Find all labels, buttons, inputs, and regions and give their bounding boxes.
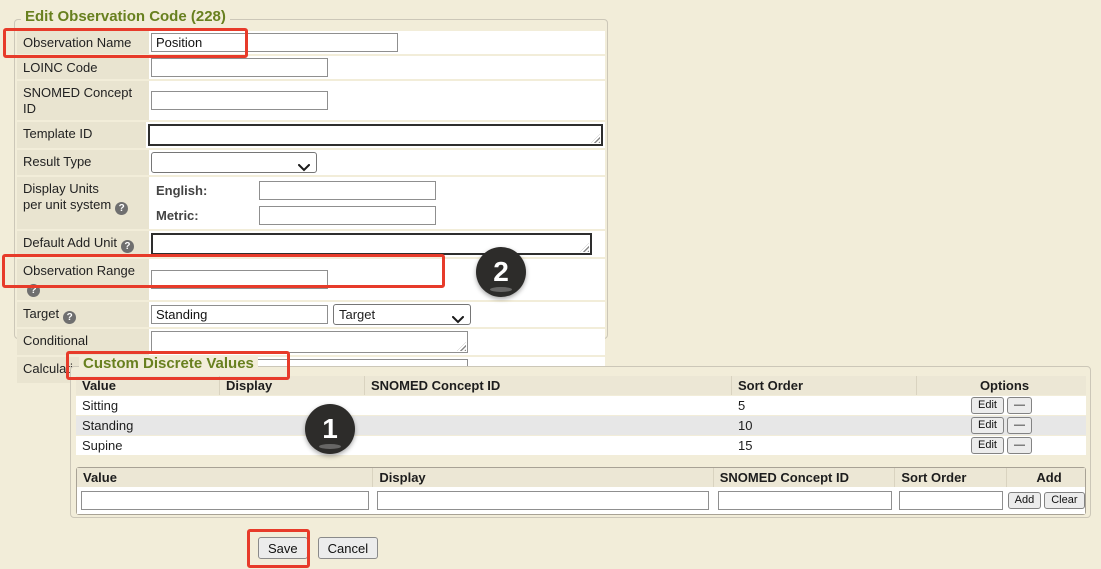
- display-units-label-line2: per unit system: [23, 197, 111, 212]
- add-header-display: Display: [373, 468, 713, 487]
- snomed-concept-id-input[interactable]: [151, 91, 328, 110]
- header-value: Value: [76, 376, 220, 395]
- header-sort-order: Sort Order: [732, 376, 917, 395]
- row-sort-order: 15: [732, 438, 917, 453]
- header-snomed: SNOMED Concept ID: [365, 376, 732, 395]
- display-units-label-line1: Display Units: [23, 181, 99, 196]
- conditional-label: Conditional: [17, 329, 149, 355]
- row-value: Standing: [76, 418, 220, 433]
- add-discrete-value-table: Value Display SNOMED Concept ID Sort Ord…: [76, 467, 1086, 515]
- add-header-snomed: SNOMED Concept ID: [714, 468, 896, 487]
- add-snomed-input[interactable]: [718, 491, 892, 510]
- header-display: Display: [220, 376, 365, 395]
- row-observation-name: Observation Name: [17, 31, 605, 54]
- remove-button[interactable]: —: [1007, 437, 1032, 454]
- observation-range-input[interactable]: [151, 270, 328, 289]
- help-icon[interactable]: ?: [27, 284, 40, 297]
- save-button[interactable]: Save: [258, 537, 308, 559]
- add-value-input[interactable]: [81, 491, 369, 510]
- chevron-down-icon: [452, 312, 464, 327]
- target-type-select[interactable]: Target: [333, 304, 471, 325]
- table-row: Supine 15 Edit —: [76, 436, 1086, 455]
- edit-observation-fieldset: Edit Observation Code (228) Observation …: [14, 19, 608, 339]
- table-row: Sitting 5 Edit —: [76, 396, 1086, 415]
- custom-discrete-values-title: Custom Discrete Values: [79, 355, 258, 372]
- remove-button[interactable]: —: [1007, 397, 1032, 414]
- edit-button[interactable]: Edit: [971, 417, 1004, 434]
- row-sort-order: 10: [732, 418, 917, 433]
- template-id-label: Template ID: [17, 122, 146, 148]
- edit-button[interactable]: Edit: [971, 397, 1004, 414]
- resize-grip-icon[interactable]: [580, 243, 589, 252]
- form-actions: Save Cancel: [258, 537, 378, 559]
- loinc-code-label: LOINC Code: [17, 56, 149, 79]
- target-label-text: Target: [23, 306, 59, 321]
- row-sort-order: 5: [732, 398, 917, 413]
- metric-units-input[interactable]: [259, 206, 436, 225]
- add-display-input[interactable]: [377, 491, 709, 510]
- conditional-textarea[interactable]: [151, 331, 468, 353]
- add-header-add: Add: [1007, 468, 1085, 487]
- target-label: Target?: [17, 302, 149, 327]
- edit-button[interactable]: Edit: [971, 437, 1004, 454]
- chevron-down-icon: [298, 160, 310, 175]
- clear-button[interactable]: Clear: [1044, 492, 1084, 509]
- row-value: Supine: [76, 438, 220, 453]
- observation-name-label: Observation Name: [17, 31, 149, 54]
- observation-range-label-text: Observation Range: [23, 263, 135, 278]
- default-add-unit-label-text: Default Add Unit: [23, 235, 117, 250]
- add-table-header: Value Display SNOMED Concept ID Sort Ord…: [77, 468, 1085, 487]
- result-type-label: Result Type: [17, 150, 149, 175]
- default-add-unit-textarea[interactable]: [151, 233, 592, 255]
- observation-name-input[interactable]: [151, 33, 398, 52]
- annotation-badge-1: 1: [305, 404, 355, 454]
- resize-grip-icon[interactable]: [457, 342, 466, 351]
- add-header-value: Value: [77, 468, 373, 487]
- row-conditional: Conditional: [17, 329, 605, 355]
- help-icon[interactable]: ?: [121, 240, 134, 253]
- observation-range-label: Observation Range?: [17, 259, 149, 300]
- add-button[interactable]: Add: [1008, 492, 1042, 509]
- english-units-label: English:: [156, 183, 259, 198]
- result-type-select[interactable]: [151, 152, 317, 173]
- row-template-id: Template ID: [17, 122, 605, 148]
- discrete-table-header: Value Display SNOMED Concept ID Sort Ord…: [76, 376, 1086, 395]
- loinc-code-input[interactable]: [151, 58, 328, 77]
- cancel-button[interactable]: Cancel: [318, 537, 378, 559]
- row-display-units: Display Units per unit system? English: …: [17, 177, 605, 229]
- row-snomed-concept-id: SNOMED Concept ID: [17, 81, 605, 120]
- row-loinc-code: LOINC Code: [17, 56, 605, 79]
- default-add-unit-label: Default Add Unit?: [17, 231, 149, 257]
- template-id-textarea[interactable]: [148, 124, 603, 146]
- help-icon[interactable]: ?: [115, 202, 128, 215]
- header-options: Options: [917, 376, 1086, 395]
- snomed-concept-id-label: SNOMED Concept ID: [17, 81, 149, 120]
- row-target: Target? Target: [17, 302, 605, 327]
- target-value-input[interactable]: [151, 305, 328, 324]
- add-header-sort-order: Sort Order: [895, 468, 1007, 487]
- add-table-input-row: Add Clear: [77, 487, 1085, 514]
- target-type-selected-value: Target: [339, 307, 375, 322]
- edit-observation-form: Observation Name LOINC Code SNOMED Conce…: [17, 31, 605, 385]
- metric-units-label: Metric:: [156, 208, 259, 223]
- annotation-badge-2: 2: [476, 247, 526, 297]
- table-row: Standing 10 Edit —: [76, 416, 1086, 435]
- english-units-input[interactable]: [259, 181, 436, 200]
- display-units-label: Display Units per unit system?: [17, 177, 149, 229]
- edit-observation-title: Edit Observation Code (228): [21, 8, 230, 25]
- help-icon[interactable]: ?: [63, 311, 76, 324]
- custom-discrete-values-fieldset: Custom Discrete Values Value Display SNO…: [70, 366, 1091, 518]
- remove-button[interactable]: —: [1007, 417, 1032, 434]
- resize-grip-icon[interactable]: [591, 134, 600, 143]
- discrete-values-table: Value Display SNOMED Concept ID Sort Ord…: [76, 376, 1086, 455]
- add-sort-order-input[interactable]: [899, 491, 1003, 510]
- row-value: Sitting: [76, 398, 220, 413]
- row-result-type: Result Type: [17, 150, 605, 175]
